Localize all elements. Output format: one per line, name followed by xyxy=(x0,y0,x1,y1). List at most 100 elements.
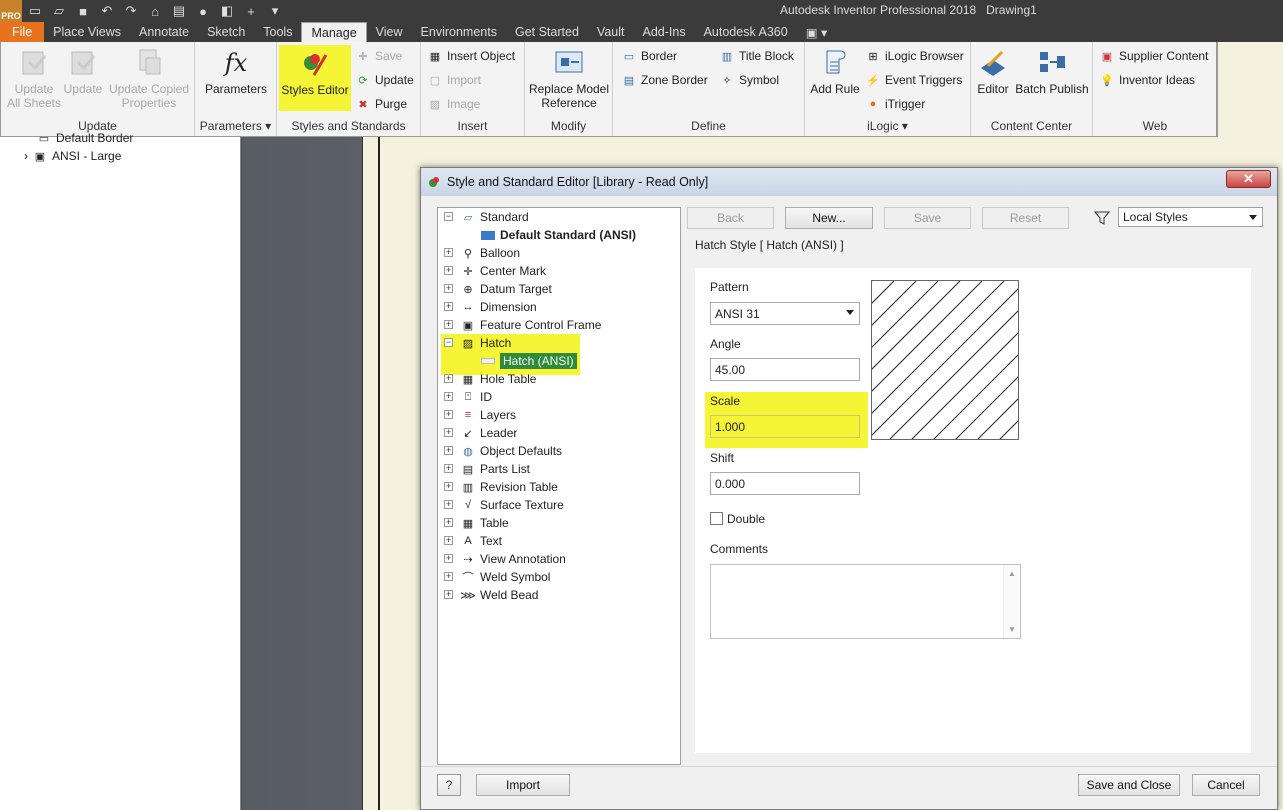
border-button[interactable]: ▭ Border xyxy=(621,46,677,66)
tree-node-dimension[interactable]: + ↔ Dimension xyxy=(444,298,537,316)
color-icon[interactable]: ● xyxy=(192,2,214,20)
browser-item-default-border[interactable]: ▭ Default Border xyxy=(36,131,134,145)
new-button[interactable]: New... xyxy=(785,207,873,229)
close-button[interactable]: ✕ xyxy=(1226,170,1271,188)
expand-icon[interactable]: + xyxy=(444,428,453,437)
expand-icon[interactable]: + xyxy=(444,482,453,491)
dialog-title-bar[interactable]: Style and Standard Editor [Library - Rea… xyxy=(421,168,1277,196)
tab-place-views[interactable]: Place Views xyxy=(44,22,130,42)
tab-get-started[interactable]: Get Started xyxy=(506,22,588,42)
supplier-content-button[interactable]: ▣ Supplier Content xyxy=(1099,46,1209,66)
collapse-icon[interactable]: − xyxy=(444,212,453,221)
expand-icon[interactable]: + xyxy=(444,572,453,581)
print-icon[interactable]: ▤ xyxy=(168,2,190,20)
angle-field[interactable]: 45.00 xyxy=(710,358,860,381)
save-button[interactable]: Save xyxy=(884,207,971,229)
reset-button[interactable]: Reset xyxy=(982,207,1069,229)
shift-field[interactable]: 0.000 xyxy=(710,472,860,495)
tree-node-hatch[interactable]: − ▨ Hatch xyxy=(444,334,511,352)
expand-icon[interactable]: + xyxy=(444,590,453,599)
event-triggers-button[interactable]: ⚡ Event Triggers xyxy=(865,70,962,90)
batch-publish-button[interactable]: Batch Publish xyxy=(1013,46,1091,96)
symbol-button[interactable]: ✧ Symbol xyxy=(719,70,779,90)
tree-node-hole-table[interactable]: + ▦ Hole Table xyxy=(444,370,536,388)
tree-node-object-defaults[interactable]: + ◍ Object Defaults xyxy=(444,442,562,460)
save-styles-button[interactable]: ✚ Save xyxy=(355,46,402,66)
tree-node-view-annotation[interactable]: + ⇢ View Annotation xyxy=(444,550,566,568)
filter-icon[interactable] xyxy=(1094,210,1110,226)
measure-icon[interactable]: ◧ xyxy=(216,2,238,20)
image-button[interactable]: ▨ Image xyxy=(427,94,481,114)
parameters-button[interactable]: fx Parameters xyxy=(201,46,271,96)
update-copied-properties-button[interactable]: Update Copied Properties xyxy=(105,46,193,110)
plus-icon[interactable]: + xyxy=(240,2,262,20)
ribbon-options-icon[interactable]: ▣ ▾ xyxy=(797,22,837,42)
purge-styles-button[interactable]: ✖ Purge xyxy=(355,94,407,114)
ilogic-browser-button[interactable]: ⊞ iLogic Browser xyxy=(865,46,963,66)
dropdown-icon[interactable]: ▾ xyxy=(264,2,286,20)
expand-icon[interactable]: + xyxy=(444,446,453,455)
import-styles-button[interactable]: Import xyxy=(476,774,570,796)
expand-icon[interactable]: + xyxy=(444,266,453,275)
comments-field[interactable]: ▲ ▼ xyxy=(710,564,1021,639)
redo-icon[interactable]: ↷ xyxy=(120,2,142,20)
tree-node-hatch-ansi[interactable]: Hatch (ANSI) xyxy=(480,352,577,370)
tree-node-surface-texture[interactable]: + √ Surface Texture xyxy=(444,496,564,514)
styles-tree[interactable]: − ▱ Standard Default Standard (ANSI) + ⚲ Ballo… xyxy=(437,207,681,765)
browser-item-ansi-large[interactable]: › ▣ ANSI - Large xyxy=(24,149,121,163)
expand-icon[interactable]: + xyxy=(444,500,453,509)
tab-view[interactable]: View xyxy=(367,22,412,42)
expand-icon[interactable]: + xyxy=(444,374,453,383)
panel-label-parameters[interactable]: Parameters ▾ xyxy=(195,119,276,133)
expand-icon[interactable]: + xyxy=(444,518,453,527)
tree-node-text[interactable]: + A Text xyxy=(444,532,502,550)
update-all-sheets-button[interactable]: Update All Sheets xyxy=(5,46,63,110)
tree-node-table[interactable]: + ▦ Table xyxy=(444,514,509,532)
tab-file[interactable]: File xyxy=(0,22,45,42)
title-block-button[interactable]: ▥ Title Block xyxy=(719,46,794,66)
update-styles-button[interactable]: ⟳ Update xyxy=(355,70,413,90)
expand-arrow-icon[interactable]: › xyxy=(24,149,28,163)
panel-label-ilogic[interactable]: iLogic ▾ xyxy=(805,119,970,133)
expand-icon[interactable]: + xyxy=(444,320,453,329)
expand-icon[interactable]: + xyxy=(444,284,453,293)
tree-node-parts-list[interactable]: + ▤ Parts List xyxy=(444,460,530,478)
tree-node-layers[interactable]: + ≡ Layers xyxy=(444,406,516,424)
tree-node-feature-control-frame[interactable]: + ▣ Feature Control Frame xyxy=(444,316,601,334)
double-checkbox[interactable] xyxy=(710,512,723,525)
tree-node-id[interactable]: + ⍞ ID xyxy=(444,388,492,406)
undo-icon[interactable]: ↶ xyxy=(96,2,118,20)
itrigger-button[interactable]: ● iTrigger xyxy=(865,94,926,114)
tree-node-weld-symbol[interactable]: + ⌒ Weld Symbol xyxy=(444,568,550,586)
save-and-close-button[interactable]: Save and Close xyxy=(1078,774,1180,796)
import-button[interactable]: ▢ Import xyxy=(427,70,481,90)
expand-icon[interactable]: + xyxy=(444,554,453,563)
pattern-select[interactable]: ANSI 31 xyxy=(710,302,860,325)
content-center-editor-button[interactable]: Editor xyxy=(973,46,1013,96)
tab-vault[interactable]: Vault xyxy=(588,22,634,42)
tab-environments[interactable]: Environments xyxy=(412,22,506,42)
save-icon[interactable]: ■ xyxy=(72,2,94,20)
tree-node-datum-target[interactable]: + ⊕ Datum Target xyxy=(444,280,552,298)
expand-icon[interactable]: + xyxy=(444,410,453,419)
inventor-ideas-button[interactable]: 💡 Inventor Ideas xyxy=(1099,70,1195,90)
new-icon[interactable]: ▭ xyxy=(24,2,46,20)
expand-icon[interactable]: + xyxy=(444,392,453,401)
tab-tools[interactable]: Tools xyxy=(254,22,301,42)
expand-icon[interactable]: + xyxy=(444,536,453,545)
tab-add-ins[interactable]: Add-Ins xyxy=(633,22,694,42)
style-filter-select[interactable]: Local Styles xyxy=(1118,207,1263,227)
tree-node-center-mark[interactable]: + ✛ Center Mark xyxy=(444,262,546,280)
open-icon[interactable]: ▱ xyxy=(48,2,70,20)
collapse-icon[interactable]: − xyxy=(444,338,453,347)
home-icon[interactable]: ⌂ xyxy=(144,2,166,20)
comments-scrollbar[interactable]: ▲ ▼ xyxy=(1003,565,1020,638)
scroll-down-icon[interactable]: ▼ xyxy=(1008,625,1016,634)
styles-editor-button[interactable]: Styles Editor xyxy=(279,45,351,111)
replace-model-reference-button[interactable]: Replace Model Reference xyxy=(527,46,611,110)
tree-node-default-standard[interactable]: Default Standard (ANSI) xyxy=(480,226,636,244)
scale-field[interactable]: 1.000 xyxy=(710,415,860,438)
help-button[interactable]: ? xyxy=(437,774,461,796)
tab-annotate[interactable]: Annotate xyxy=(130,22,198,42)
tree-node-balloon[interactable]: + ⚲ Balloon xyxy=(444,244,520,262)
